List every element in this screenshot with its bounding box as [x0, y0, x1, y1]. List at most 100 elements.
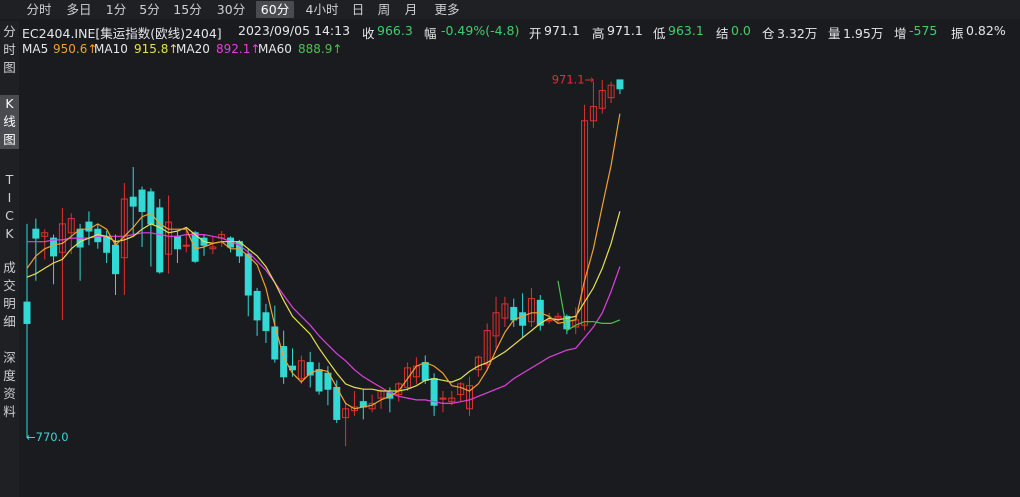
candle	[23, 223, 31, 438]
candle	[607, 81, 615, 103]
candle	[501, 296, 509, 327]
tab-8[interactable]: 日	[348, 1, 368, 18]
ma10-value: 915.8↑	[134, 42, 179, 56]
high-price-annotation: 971.1→	[552, 73, 595, 87]
sidebar-tab-0[interactable]: 分时图	[0, 23, 19, 77]
ma20-name: MA20	[176, 42, 210, 56]
candle	[412, 357, 420, 384]
tab-0[interactable]: 分时	[22, 1, 56, 18]
volume-label: 量	[828, 26, 841, 41]
datetime-label: 2023/09/05 14:13	[238, 23, 351, 38]
amplitude-label: 振	[951, 26, 964, 41]
candle-body	[32, 228, 40, 239]
candle-body	[156, 207, 164, 273]
change-label: 幅	[424, 26, 437, 41]
ma60-value: 888.9↑	[298, 42, 343, 56]
candle-body	[191, 232, 199, 262]
oi-change-value: -575	[909, 23, 938, 38]
candle-body	[421, 362, 429, 381]
candle	[439, 391, 447, 413]
tab-6[interactable]: 60分	[256, 1, 294, 18]
ma10-name: MA10	[94, 42, 128, 56]
period-tab-bar: 分时 多日 1分 5分 15分 30分 60分 4小时日周月更多	[0, 0, 1020, 19]
tab-2[interactable]: 1分	[102, 1, 130, 18]
candle-body	[23, 301, 31, 324]
candle	[466, 376, 473, 416]
candle-body	[315, 369, 323, 392]
candle-body	[112, 244, 119, 275]
tab-5[interactable]: 30分	[211, 1, 251, 18]
candle	[598, 79, 606, 114]
candle	[227, 236, 235, 253]
candle-body	[103, 235, 111, 253]
low-value: 963.1	[668, 23, 704, 38]
sidebar-tab-1[interactable]: K线图	[0, 95, 19, 149]
sidebar-tab-3[interactable]: 成交明细	[0, 259, 19, 331]
candle	[492, 296, 500, 349]
quote-bar: EC2404.INE[集运指数(欧线)2404] 2023/09/05 14:1…	[0, 20, 1020, 41]
sidebar-tab-4[interactable]: 深度资料	[0, 349, 19, 421]
candle-body	[616, 79, 624, 90]
candle-body	[510, 306, 518, 321]
candle	[76, 223, 84, 281]
candle	[350, 391, 358, 416]
candle	[359, 389, 367, 420]
candle	[41, 229, 49, 260]
tab-3[interactable]: 5分	[135, 1, 164, 18]
candle	[527, 287, 535, 327]
candle	[147, 188, 155, 267]
volume-value: 1.95万	[843, 26, 884, 41]
ma5-value: 950.6↑	[53, 42, 98, 56]
open-interest-value: 3.32万	[777, 26, 818, 41]
sidebar-tab-2[interactable]: TICK	[0, 171, 19, 243]
candle	[430, 373, 438, 416]
candle	[244, 248, 252, 317]
candle-body	[147, 191, 155, 225]
low-label: 低	[653, 26, 666, 41]
candle	[306, 351, 314, 388]
low-price-annotation: ←770.0	[26, 430, 69, 444]
candle-body	[182, 244, 190, 247]
tab-10[interactable]: 月	[400, 1, 422, 18]
candle	[315, 362, 323, 395]
candle-body	[262, 312, 270, 332]
tab-9[interactable]: 周	[373, 1, 395, 18]
candle-body	[244, 253, 252, 296]
close-label: 收	[362, 26, 375, 41]
candle	[253, 287, 261, 336]
amplitude-value: 0.82%	[966, 23, 1006, 38]
candle	[209, 236, 217, 255]
tab-4[interactable]: 15分	[169, 1, 206, 18]
candle	[67, 213, 75, 255]
candle	[50, 234, 58, 285]
open-label: 开	[529, 26, 542, 41]
tab-7[interactable]: 4小时	[301, 1, 343, 18]
tab-11[interactable]: 更多	[428, 1, 466, 18]
open-interest-label: 仓	[762, 26, 775, 41]
annotations-layer: 971.1→ ←770.0	[26, 73, 595, 445]
candle	[589, 81, 597, 128]
candle	[581, 104, 589, 331]
candle	[200, 234, 208, 256]
candle	[32, 218, 40, 281]
candles-layer	[23, 79, 624, 447]
ma20-value: 892.1↑	[216, 42, 261, 56]
candle-body	[129, 196, 137, 207]
ma60-name: MA60	[258, 42, 292, 56]
candlestick-chart: 971.1→ ←770.0	[23, 73, 624, 447]
view-sidebar: 分时图 K线图 TICK 成交明细深度资料	[0, 21, 19, 497]
settle-label: 结	[716, 26, 729, 41]
candle-body	[173, 235, 181, 250]
oi-change-label: 增	[894, 26, 907, 41]
candle-body	[253, 290, 261, 321]
tab-1[interactable]: 多日	[61, 1, 97, 18]
candle-body	[519, 312, 527, 326]
high-label: 高	[592, 26, 605, 41]
ma5-name: MA5	[22, 42, 49, 56]
candle	[342, 401, 350, 447]
settle-value: 0.0	[731, 23, 751, 38]
candle	[457, 382, 465, 402]
candle	[165, 195, 173, 274]
symbol-label: EC2404.INE[集运指数(欧线)2404]	[22, 26, 222, 41]
candle	[156, 199, 164, 274]
